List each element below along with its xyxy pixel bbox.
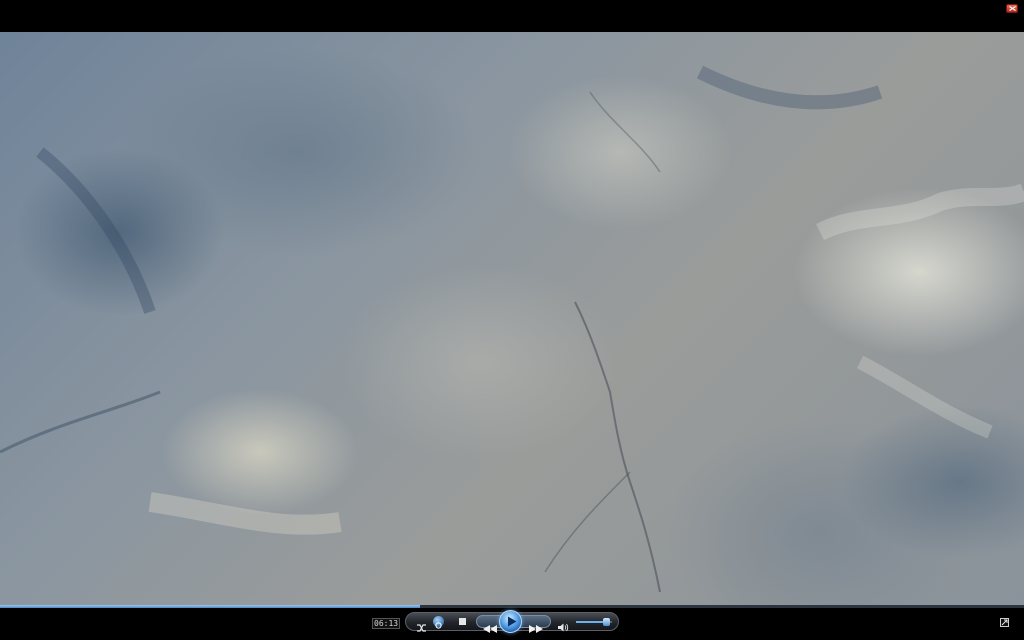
speaker-icon (558, 623, 569, 632)
volume-thumb[interactable] (602, 618, 610, 626)
mute-button[interactable] (558, 617, 569, 636)
time-display: 06:13 (372, 618, 401, 629)
next-icon (529, 625, 543, 633)
close-button[interactable] (1006, 4, 1018, 13)
control-bar: 06:13 (0, 608, 1024, 640)
volume-slider[interactable] (576, 618, 612, 626)
play-button[interactable] (499, 610, 522, 633)
previous-button[interactable] (483, 618, 497, 637)
close-icon (1009, 6, 1016, 11)
transport-controls (405, 610, 619, 633)
shuffle-button[interactable] (417, 617, 426, 636)
title-bar (0, 0, 1024, 32)
video-frame-texture (0, 65, 1024, 593)
stop-button[interactable] (459, 618, 466, 625)
repeat-button[interactable] (433, 616, 444, 629)
previous-icon (483, 625, 497, 633)
repeat-icon (435, 622, 442, 629)
shuffle-icon (417, 624, 426, 632)
video-display[interactable] (0, 32, 1024, 605)
fullscreen-button[interactable] (1000, 618, 1009, 627)
fullscreen-icon (1001, 619, 1008, 626)
next-button[interactable] (529, 618, 543, 637)
play-icon (508, 616, 517, 627)
